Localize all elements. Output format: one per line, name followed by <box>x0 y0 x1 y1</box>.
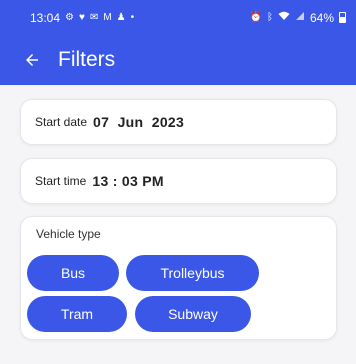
page-title: Filters <box>58 48 116 71</box>
start-time-value: 13 : 03 PM <box>92 173 164 189</box>
back-button[interactable] <box>20 48 44 72</box>
bluetooth-icon: ᛒ <box>266 11 273 23</box>
settings-icon: ⚙ <box>65 11 74 23</box>
wifi-icon <box>278 11 290 24</box>
start-time-field[interactable]: Start time 13 : 03 PM <box>20 158 337 204</box>
heart-icon: ♥ <box>79 11 85 23</box>
battery-percent: 64% <box>309 10 334 25</box>
dot-icon: • <box>130 11 135 23</box>
signal-icon <box>295 11 305 24</box>
arrow-back-icon <box>26 54 38 66</box>
chip-bus[interactable]: Bus <box>27 255 119 291</box>
alarm-icon: ⏰ <box>249 11 262 23</box>
status-time: 13:04 <box>30 10 61 25</box>
gmail-icon: M <box>103 11 112 23</box>
start-date-field[interactable]: Start date 07 Jun 2023 <box>20 99 337 145</box>
start-time-label: Start time <box>35 174 87 188</box>
start-date-value: 07 Jun 2023 <box>93 114 185 130</box>
status-right: ⏰ ᛒ 64% <box>250 11 346 25</box>
chip-subway[interactable]: Subway <box>135 296 251 332</box>
person-icon: ♟ <box>116 11 126 23</box>
mail-icon: ✉ <box>89 11 99 23</box>
status-bar: 13:04 ⚙ ♥ ✉ M ♟ • ⏰ ᛒ 64% <box>0 0 356 35</box>
status-left: 13:04 ⚙ ♥ ✉ M ♟ • <box>30 11 134 25</box>
app-bar: Filters <box>0 35 356 85</box>
chip-tram[interactable]: Tram <box>27 296 127 332</box>
vehicle-type-card: Vehicle type Bus Trolleybus Tram Subway <box>20 216 337 340</box>
vehicle-type-title: Vehicle type <box>36 227 101 241</box>
start-date-label: Start date <box>35 115 88 129</box>
battery-icon <box>339 12 346 23</box>
chip-trolleybus[interactable]: Trolleybus <box>126 255 259 291</box>
